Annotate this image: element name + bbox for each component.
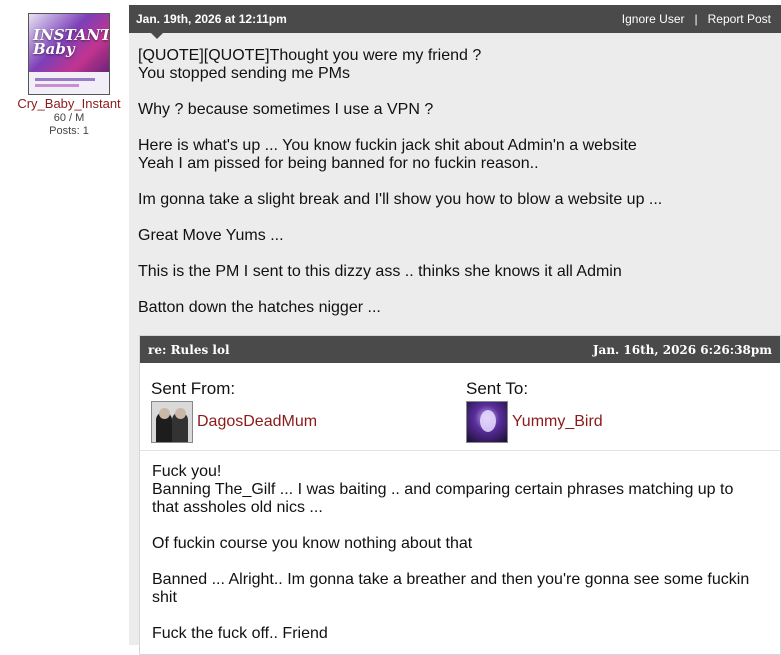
pm-paragraph: Banned ... Alright.. Im gonna take a bre… bbox=[152, 571, 750, 606]
pm-sent-to: Sent To: Yummy_Bird bbox=[466, 379, 603, 443]
sender-avatar[interactable] bbox=[151, 401, 193, 443]
action-separator: | bbox=[694, 12, 698, 26]
pm-participants: Sent From: DagosDeadMum Sent To: Yummy_B… bbox=[140, 363, 780, 451]
pm-header: re: Rules lol Jan. 16th, 2026 6:26:38pm bbox=[140, 336, 780, 363]
pm-body: Fuck you! Banning The_Gilf ... I was bait… bbox=[140, 451, 760, 643]
pm-date: Jan. 16th, 2026 6:26:38pm bbox=[592, 342, 772, 357]
post-paragraph: Batton down the hatches nigger ... bbox=[138, 299, 381, 316]
post-paragraph: Here is what's up ... You know fuckin ja… bbox=[138, 137, 637, 172]
sender-username-link[interactable]: DagosDeadMum bbox=[197, 413, 317, 431]
pm-paragraph: Fuck the fuck off.. Friend bbox=[152, 625, 328, 642]
pm-paragraph: Of fuckin course you know nothing about … bbox=[152, 535, 473, 552]
pm-sent-from: Sent From: DagosDeadMum bbox=[151, 379, 317, 443]
pm-subject: re: Rules lol bbox=[148, 342, 230, 357]
quoted-private-message: re: Rules lol Jan. 16th, 2026 6:26:38pm … bbox=[139, 335, 781, 655]
recipient-avatar[interactable] bbox=[466, 401, 508, 443]
post-body: [QUOTE][QUOTE]Thought you were my friend… bbox=[129, 33, 781, 317]
forum-post: Jan. 19th, 2026 at 12:11pm Ignore User |… bbox=[129, 5, 781, 655]
post-paragraph: [QUOTE][QUOTE]Thought you were my friend… bbox=[138, 47, 482, 82]
sent-to-label: Sent To: bbox=[466, 379, 529, 398]
avatar-brand-text: INSTANT Baby bbox=[33, 26, 110, 58]
post-paragraph: Great Move Yums ... bbox=[138, 227, 284, 244]
user-age-gender: 60 / M bbox=[53, 112, 85, 124]
post-actions: Ignore User | Report Post bbox=[622, 12, 771, 26]
user-avatar[interactable]: INSTANT Baby bbox=[28, 13, 110, 95]
ignore-user-link[interactable]: Ignore User bbox=[622, 12, 685, 26]
user-post-count: Posts: 1 bbox=[49, 125, 89, 137]
post-header: Jan. 19th, 2026 at 12:11pm Ignore User |… bbox=[129, 5, 781, 39]
report-post-link[interactable]: Report Post bbox=[708, 12, 771, 26]
post-paragraph: Im gonna take a slight break and I'll sh… bbox=[138, 191, 663, 208]
post-paragraph: This is the PM I sent to this dizzy ass … bbox=[138, 263, 622, 280]
recipient-username-link[interactable]: Yummy_Bird bbox=[512, 413, 603, 431]
post-paragraph: Why ? because sometimes I use a VPN ? bbox=[138, 101, 434, 118]
pm-paragraph: Fuck you! Banning The_Gilf ... I was bait… bbox=[152, 463, 734, 516]
sent-from-label: Sent From: bbox=[151, 379, 236, 398]
username-link[interactable]: Cry_Baby_Instant bbox=[0, 96, 138, 111]
post-date: Jan. 19th, 2026 at 12:11pm bbox=[136, 12, 287, 26]
